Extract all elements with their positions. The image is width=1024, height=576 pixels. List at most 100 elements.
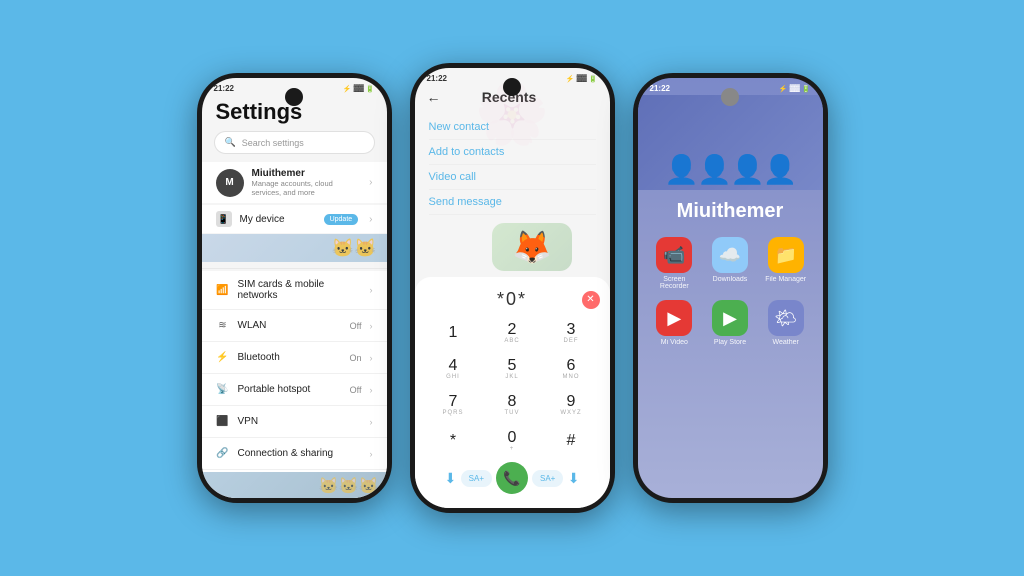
key-3-main: 3: [567, 322, 576, 338]
sim2-button[interactable]: SA+: [532, 470, 563, 487]
app-file-manager[interactable]: 📁 File Manager: [763, 237, 809, 290]
dial-key-6[interactable]: 6 MNO: [543, 352, 600, 386]
status-icons: ⚡ ▓▓ 🔋: [343, 85, 375, 93]
dial-key-hash[interactable]: #: [543, 424, 600, 458]
status-time-3: 21:22: [650, 84, 670, 93]
home-title: Miuithemer: [638, 190, 823, 237]
screen-recorder-emoji: 📹: [663, 245, 685, 266]
item-label-connection: Connection & sharing: [238, 448, 362, 459]
arrow-icon-wlan: ›: [370, 321, 373, 331]
dial-key-0[interactable]: 0 +: [484, 424, 541, 458]
back-button[interactable]: ←: [427, 89, 441, 105]
key-5-main: 5: [508, 358, 517, 374]
settings-item-wlan[interactable]: ≋ WLAN Off ›: [202, 310, 387, 342]
settings-item-bluetooth[interactable]: ⚡ Bluetooth On ›: [202, 342, 387, 374]
key-4-main: 4: [449, 358, 458, 374]
app-screen-recorder[interactable]: 📹 Screen Recorder: [652, 237, 698, 290]
key-2-main: 2: [508, 322, 517, 338]
key-8-sub: TUV: [505, 410, 520, 416]
recent-send-message[interactable]: Send message: [429, 190, 596, 215]
vpn-icon: ⬛: [216, 415, 230, 429]
search-bar[interactable]: 🔍 Search settings: [214, 131, 375, 154]
camera-notch-3: [721, 88, 739, 106]
dial-key-5[interactable]: 5 JKL: [484, 352, 541, 386]
settings-item-hotspot[interactable]: 📡 Portable hotspot Off ›: [202, 374, 387, 406]
dial-key-star[interactable]: *: [425, 424, 482, 458]
update-badge: Update: [324, 214, 359, 225]
recent-video-call[interactable]: Video call: [429, 165, 596, 190]
key-2-sub: ABC: [504, 338, 519, 344]
settings-list: 📶 SIM cards & mobile networks › ≋ WLAN O…: [202, 271, 387, 498]
downloads-label: Downloads: [713, 276, 748, 283]
dial-key-3[interactable]: 3 DEF: [543, 316, 600, 350]
weather-icon: 🌤: [768, 300, 804, 336]
bluetooth-value: On: [349, 353, 361, 363]
call-icon: 📞: [503, 470, 520, 487]
app-weather[interactable]: 🌤 Weather: [763, 300, 809, 346]
my-device-arrow: ›: [369, 214, 372, 225]
phone-settings: 21:22 ⚡ ▓▓ 🔋 Settings 🔍 Search settings …: [197, 73, 392, 503]
signal-icon: ▓▓: [354, 85, 364, 92]
mi-video-icon: ▶: [656, 300, 692, 336]
profile-row[interactable]: M Miuithemer Manage accounts, cloud serv…: [202, 162, 387, 203]
arrow-icon-vpn: ›: [370, 417, 373, 427]
screen-recorder-label: Screen Recorder: [652, 276, 698, 290]
wifi-icon: ≋: [216, 319, 230, 333]
key-6-main: 6: [567, 358, 576, 374]
signal-icon-3: ▓▓: [790, 85, 800, 92]
key-1-main: 1: [449, 325, 458, 341]
profile-arrow-icon: ›: [369, 177, 372, 188]
key-4-sub: GHI: [446, 374, 460, 380]
app-play-store[interactable]: ▶ Play Store: [707, 300, 753, 346]
sim-icon: 📶: [216, 283, 230, 297]
mi-video-label: Mi Video: [661, 339, 688, 346]
wlan-value: Off: [350, 321, 362, 331]
app-mi-video[interactable]: ▶ Mi Video: [652, 300, 698, 346]
bluetooth-icon-3: ⚡: [779, 85, 788, 93]
my-device-row[interactable]: 📱 My device Update ›: [202, 205, 387, 233]
profile-text: Miuithemer Manage accounts, cloud servic…: [252, 168, 362, 197]
key-3-sub: DEF: [564, 338, 579, 344]
settings-item-vpn[interactable]: ⬛ VPN ›: [202, 406, 387, 438]
item-label-bluetooth: Bluetooth: [238, 352, 342, 363]
sim1-button[interactable]: SA+: [461, 470, 492, 487]
arrow-icon-connection: ›: [370, 449, 373, 459]
close-dialpad-button[interactable]: ✕: [582, 291, 600, 309]
hotspot-value: Off: [350, 385, 362, 395]
recent-add-contacts[interactable]: Add to contacts: [429, 140, 596, 165]
dial-key-8[interactable]: 8 TUV: [484, 388, 541, 422]
device-icon: 📱: [216, 211, 232, 227]
down-icon[interactable]: ⬇: [568, 470, 580, 487]
bluetooth-icon: ⚡: [216, 351, 230, 365]
key-7-sub: PQRS: [442, 410, 463, 416]
dial-key-9[interactable]: 9 WXYZ: [543, 388, 600, 422]
phone-home: 21:22 ⚡ ▓▓ 🔋 👤👤👤👤 Miuithemer: [633, 73, 828, 503]
downloads-emoji: ☁️: [719, 245, 741, 266]
recents-list: New contact Add to contacts Video call S…: [415, 111, 610, 219]
search-placeholder: Search settings: [242, 138, 304, 148]
dialpad-container: 🌸 *0* ✕ 1 2 ABC: [415, 277, 610, 508]
file-manager-label: File Manager: [765, 276, 806, 283]
apps-grid-row2: ▶ Mi Video ▶ Play Store 🌤 Weather: [638, 300, 823, 346]
settings-item-sim[interactable]: 📶 SIM cards & mobile networks ›: [202, 271, 387, 310]
dial-key-2[interactable]: 2 ABC: [484, 316, 541, 350]
home-screen: 21:22 ⚡ ▓▓ 🔋 👤👤👤👤 Miuithemer: [638, 78, 823, 498]
anime-decoration-2: 🐱🐱🐱: [202, 472, 387, 498]
hotspot-icon: 📡: [216, 383, 230, 397]
dialpad-grid: 1 2 ABC 3 DEF 4 GHI: [425, 316, 600, 458]
anime-characters-banner: 👤👤👤👤: [664, 153, 795, 186]
dial-key-1[interactable]: 1: [425, 316, 482, 350]
dial-key-4[interactable]: 4 GHI: [425, 352, 482, 386]
recent-new-contact[interactable]: New contact: [429, 115, 596, 140]
dial-key-7[interactable]: 7 PQRS: [425, 388, 482, 422]
downloads-icon: ☁️: [712, 237, 748, 273]
arrow-icon-bluetooth: ›: [370, 353, 373, 363]
status-icons-3: ⚡ ▓▓ 🔋: [779, 85, 811, 93]
arrow-icon-sim: ›: [370, 285, 373, 295]
close-icon: ✕: [586, 294, 594, 305]
app-downloads[interactable]: ☁️ Downloads: [707, 237, 753, 290]
download-icon[interactable]: ⬇: [445, 470, 457, 487]
call-button[interactable]: 📞: [496, 462, 528, 494]
signal-icon-2: ▓▓: [577, 75, 587, 82]
settings-item-connection[interactable]: 🔗 Connection & sharing ›: [202, 438, 387, 470]
